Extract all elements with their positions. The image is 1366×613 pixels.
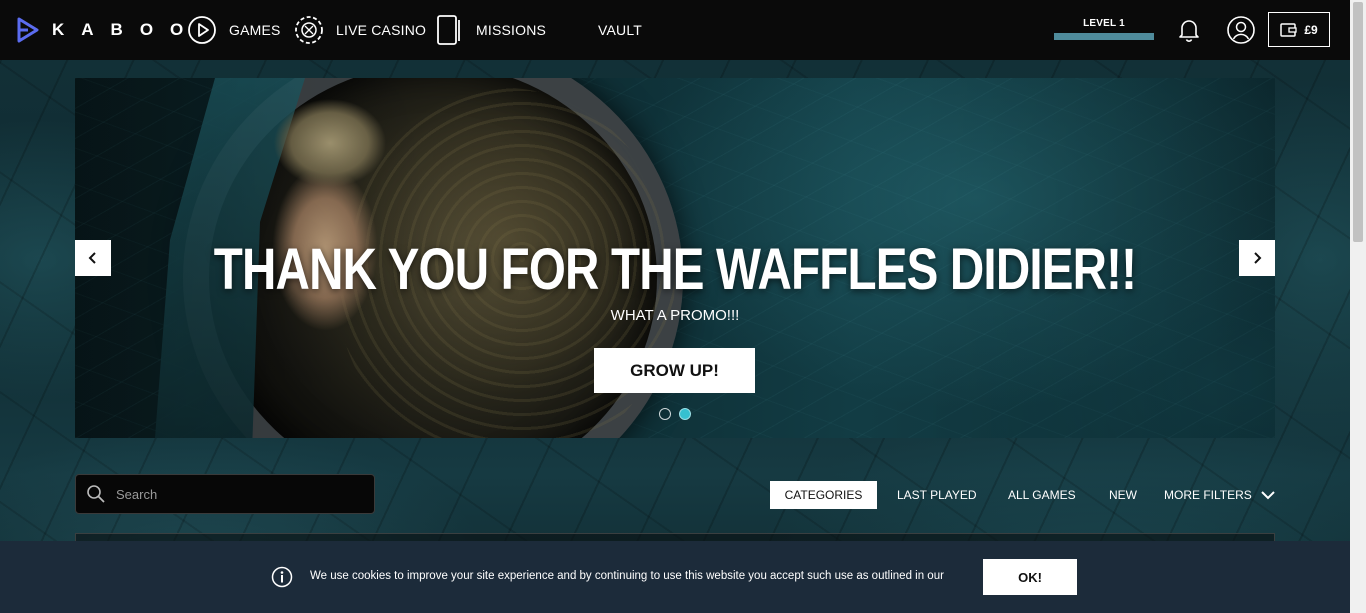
kaboo-logo-icon: [17, 17, 39, 43]
hero-subtitle: WHAT A PROMO!!!: [610, 307, 740, 324]
carousel-dot-2[interactable]: [679, 408, 691, 420]
hero-cta-button[interactable]: GROW UP!: [594, 348, 755, 393]
bell-icon: [1179, 20, 1199, 42]
level-progress-bar: [1054, 33, 1154, 40]
card-icon: [434, 15, 464, 45]
nav-missions[interactable]: MISSIONS: [434, 12, 546, 48]
profile-button[interactable]: [1226, 15, 1256, 45]
nav-vault[interactable]: VAULT: [556, 12, 642, 48]
filter-all-games-label: ALL GAMES: [1008, 488, 1076, 502]
cookie-accept-button[interactable]: OK!: [983, 559, 1077, 595]
user-icon: [1227, 16, 1255, 44]
filter-last-played-label: LAST PLAYED: [897, 488, 977, 502]
notifications-button[interactable]: [1174, 15, 1204, 45]
nav-live-casino[interactable]: LIVE CASINO: [294, 12, 426, 48]
level-indicator[interactable]: LEVEL 1: [1054, 18, 1154, 40]
level-label: LEVEL 1: [1083, 18, 1125, 29]
nav-games[interactable]: GAMES: [187, 12, 281, 48]
filter-new[interactable]: NEW: [1109, 481, 1137, 509]
scrollbar-thumb[interactable]: [1353, 2, 1363, 242]
cookie-banner: We use cookies to improve your site expe…: [0, 541, 1350, 613]
carousel-next-button[interactable]: [1239, 240, 1275, 276]
game-search[interactable]: [75, 474, 375, 514]
nav-live-casino-label: LIVE CASINO: [336, 22, 427, 38]
carousel-prev-button[interactable]: [75, 240, 111, 276]
hero-title: THANK YOU FOR THE WAFFLES DIDIER!!: [213, 237, 1137, 302]
page-scrollbar[interactable]: [1350, 0, 1366, 613]
wallet-button[interactable]: £9: [1268, 12, 1330, 47]
filter-all-games[interactable]: ALL GAMES: [1008, 481, 1076, 509]
filter-last-played[interactable]: LAST PLAYED: [897, 481, 977, 509]
wallet-balance: £9: [1304, 22, 1318, 37]
level-progress-fill: [1054, 33, 1154, 40]
carousel-dots: [659, 408, 691, 420]
nav-missions-label: MISSIONS: [476, 22, 547, 38]
info-icon: [271, 566, 293, 588]
chevron-right-icon: [1254, 252, 1262, 264]
filter-new-label: NEW: [1109, 488, 1137, 502]
search-icon: [87, 485, 105, 503]
hero-banner: THANK YOU FOR THE WAFFLES DIDIER!! WHAT …: [75, 78, 1275, 438]
carousel-dot-1[interactable]: [659, 408, 671, 420]
nav-games-label: GAMES: [229, 22, 281, 38]
play-circle-icon: [187, 15, 217, 45]
vault-icon: [556, 15, 586, 45]
chevron-down-icon: [1261, 491, 1275, 500]
cookie-message: We use cookies to improve your site expe…: [310, 570, 944, 582]
chevron-left-icon: [88, 252, 96, 264]
filter-categories-label: CATEGORIES: [784, 488, 863, 502]
filter-categories[interactable]: CATEGORIES: [770, 481, 877, 509]
poker-chip-icon: [294, 15, 324, 45]
filter-more-filters-label: MORE FILTERS: [1164, 488, 1252, 502]
brand-logo[interactable]: KABOO: [16, 17, 200, 43]
wallet-icon: [1280, 22, 1297, 37]
brand-name: KABOO: [52, 20, 201, 39]
nav-vault-label: VAULT: [598, 22, 643, 38]
top-navigation: KABOO GAMES LIVE CASINO MISSIONS VAULT L…: [0, 0, 1350, 60]
search-input[interactable]: [116, 486, 356, 502]
filter-more-filters[interactable]: MORE FILTERS: [1164, 481, 1276, 509]
